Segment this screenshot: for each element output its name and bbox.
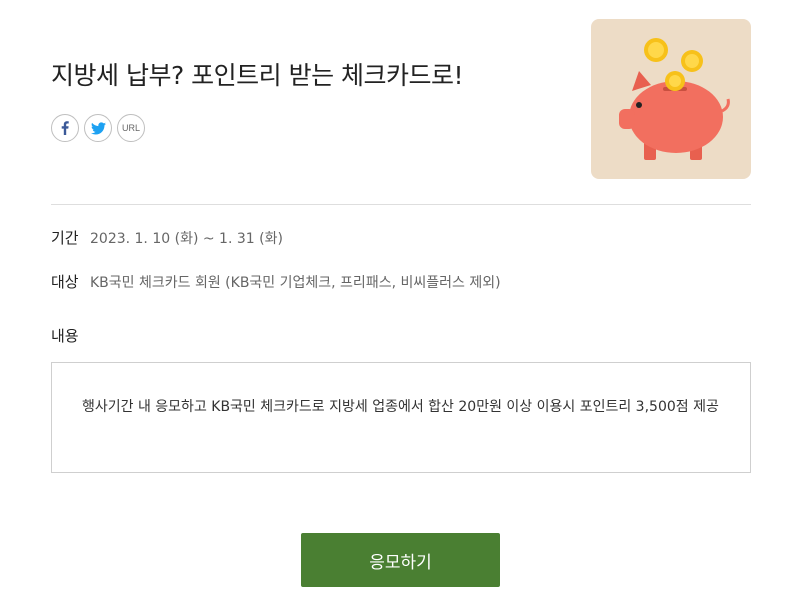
facebook-icon: [61, 121, 69, 135]
target-row: 대상 KB국민 체크카드 회원 (KB국민 기업체크, 프리패스, 비씨플러스 …: [51, 271, 501, 292]
content-label: 내용: [51, 327, 79, 345]
period-label: 기간: [51, 229, 79, 247]
event-thumbnail: [591, 19, 751, 179]
url-label: URL: [121, 123, 140, 133]
content-box: 행사기간 내 응모하고 KB국민 체크카드로 지방세 업종에서 합산 20만원 …: [51, 362, 751, 473]
facebook-share-button[interactable]: [51, 114, 79, 142]
target-label: 대상: [51, 273, 79, 291]
apply-button[interactable]: 응모하기: [301, 533, 500, 587]
event-title: 지방세 납부? 포인트리 받는 체크카드로!: [51, 61, 464, 90]
event-detail-page: 지방세 납부? 포인트리 받는 체크카드로! URL 기간 2023. 1. 1…: [0, 0, 787, 615]
period-value: 2023. 1. 10 (화) ~ 1. 31 (화): [90, 231, 283, 247]
twitter-share-button[interactable]: [84, 114, 112, 142]
share-buttons: URL: [51, 114, 145, 142]
url-copy-button[interactable]: URL: [117, 114, 145, 142]
target-value: KB국민 체크카드 회원 (KB국민 기업체크, 프리패스, 비씨플러스 제외): [90, 275, 501, 291]
twitter-icon: [90, 121, 106, 134]
content-text: 행사기간 내 응모하고 KB국민 체크카드로 지방세 업종에서 합산 20만원 …: [82, 399, 719, 415]
piggy-bank-with-coins-icon: [619, 38, 730, 160]
section-divider: [51, 204, 751, 205]
period-row: 기간 2023. 1. 10 (화) ~ 1. 31 (화): [51, 227, 283, 248]
